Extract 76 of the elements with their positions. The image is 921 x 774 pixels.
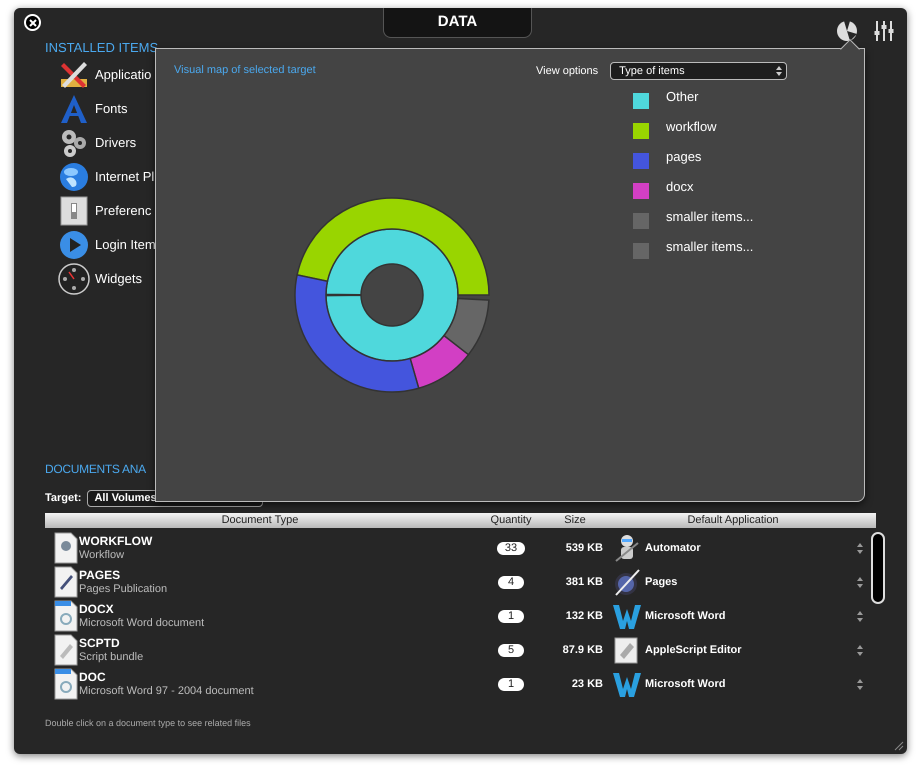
view-options-label: View options [536,64,598,79]
document-icon [54,668,78,700]
size-cell-text: 381 KB [564,574,603,590]
application-name: AppleScript Editor [645,642,742,658]
column-header[interactable]: Size [547,512,603,529]
sidebar-item[interactable]: Internet Pl [95,167,154,187]
legend-label: workflow [666,118,717,136]
legend-label: docx [666,178,694,196]
document-icon [54,566,78,598]
document-type: WORKFLOW [79,534,154,548]
window-tab[interactable]: DATA [383,8,532,38]
size-cell-text: 23 KB [570,676,603,692]
target-label: Target: [45,490,82,506]
document-description: Pages Publication [79,582,168,596]
switch-icon [58,195,90,227]
document-icon [54,600,78,632]
stepper-icon[interactable] [857,678,863,690]
quantity-badge: 5 [498,644,524,656]
stepper-icon[interactable] [857,644,863,656]
scrollbar[interactable] [871,532,885,604]
legend-label: smaller items... [666,208,754,226]
pie-chart-button[interactable] [836,20,858,42]
application-name: Pages [645,574,678,590]
close-button[interactable] [24,14,41,31]
view-options-select[interactable]: Type of items [610,62,788,80]
play-icon [58,229,90,261]
sidebar-item[interactable]: Preferenc [95,201,152,221]
stepper-icon [776,66,782,76]
document-icon [54,634,78,666]
sidebar-item[interactable]: Drivers [95,133,136,153]
size-cell-text: 132 KB [564,608,603,624]
stepper-icon[interactable] [857,542,863,554]
globe-icon [58,161,90,193]
column-header[interactable]: Quantity [475,512,547,529]
document-type: SCPTD [79,636,121,650]
footer-hint: Double click on a document type to see related files [45,718,251,728]
legend-label: smaller items... [666,238,754,256]
chart-title: Visual map of selected target [174,63,317,78]
document-description: Workflow [79,548,126,562]
resize-grip-icon[interactable] [892,739,904,751]
section-title: INSTALLED ITEMS [45,40,158,55]
sidebar-item[interactable]: Applicatio [95,65,152,85]
dashboard-icon [58,263,90,295]
sidebar-item[interactable]: Widgets [95,269,142,289]
legend-label: Other [666,88,699,106]
document-description: Microsoft Word 97 - 2004 document [79,684,255,698]
document-type: PAGES [79,568,122,582]
quantity-badge: 1 [498,610,524,622]
sidebar-item[interactable]: Login Item [95,235,156,255]
size-cell-text: 539 KB [564,540,603,556]
document-description: Script bundle [79,650,144,664]
quantity-badge: 1 [498,678,524,690]
close-icon [28,18,36,26]
document-description: Microsoft Word document [79,616,206,630]
letter-icon [58,93,90,125]
stepper-icon[interactable] [857,610,863,622]
settings-button[interactable] [873,20,895,42]
size-cell-text: 87.9 KB [562,642,603,658]
document-type: DOC [79,670,107,684]
quantity-badge: 4 [498,576,524,588]
ruler-pencil-icon [58,59,90,91]
column-header[interactable]: Default Application [603,512,863,529]
sidebar-item[interactable]: Fonts [95,99,128,119]
stepper-icon[interactable] [857,576,863,588]
ink-pen-icon [612,567,642,597]
column-header[interactable]: Document Type [45,512,475,529]
application-name: Microsoft Word [645,676,726,692]
section-title: DOCUMENTS ANA [45,461,146,478]
legend-label: pages [666,148,702,166]
document-type: DOCX [79,602,115,616]
application-name: Automator [645,540,701,556]
quantity-badge: 33 [496,542,526,554]
pie-chart-icon [836,20,858,42]
application-name: Microsoft Word [645,608,726,624]
sliders-icon [873,20,895,42]
document-icon [54,532,78,564]
